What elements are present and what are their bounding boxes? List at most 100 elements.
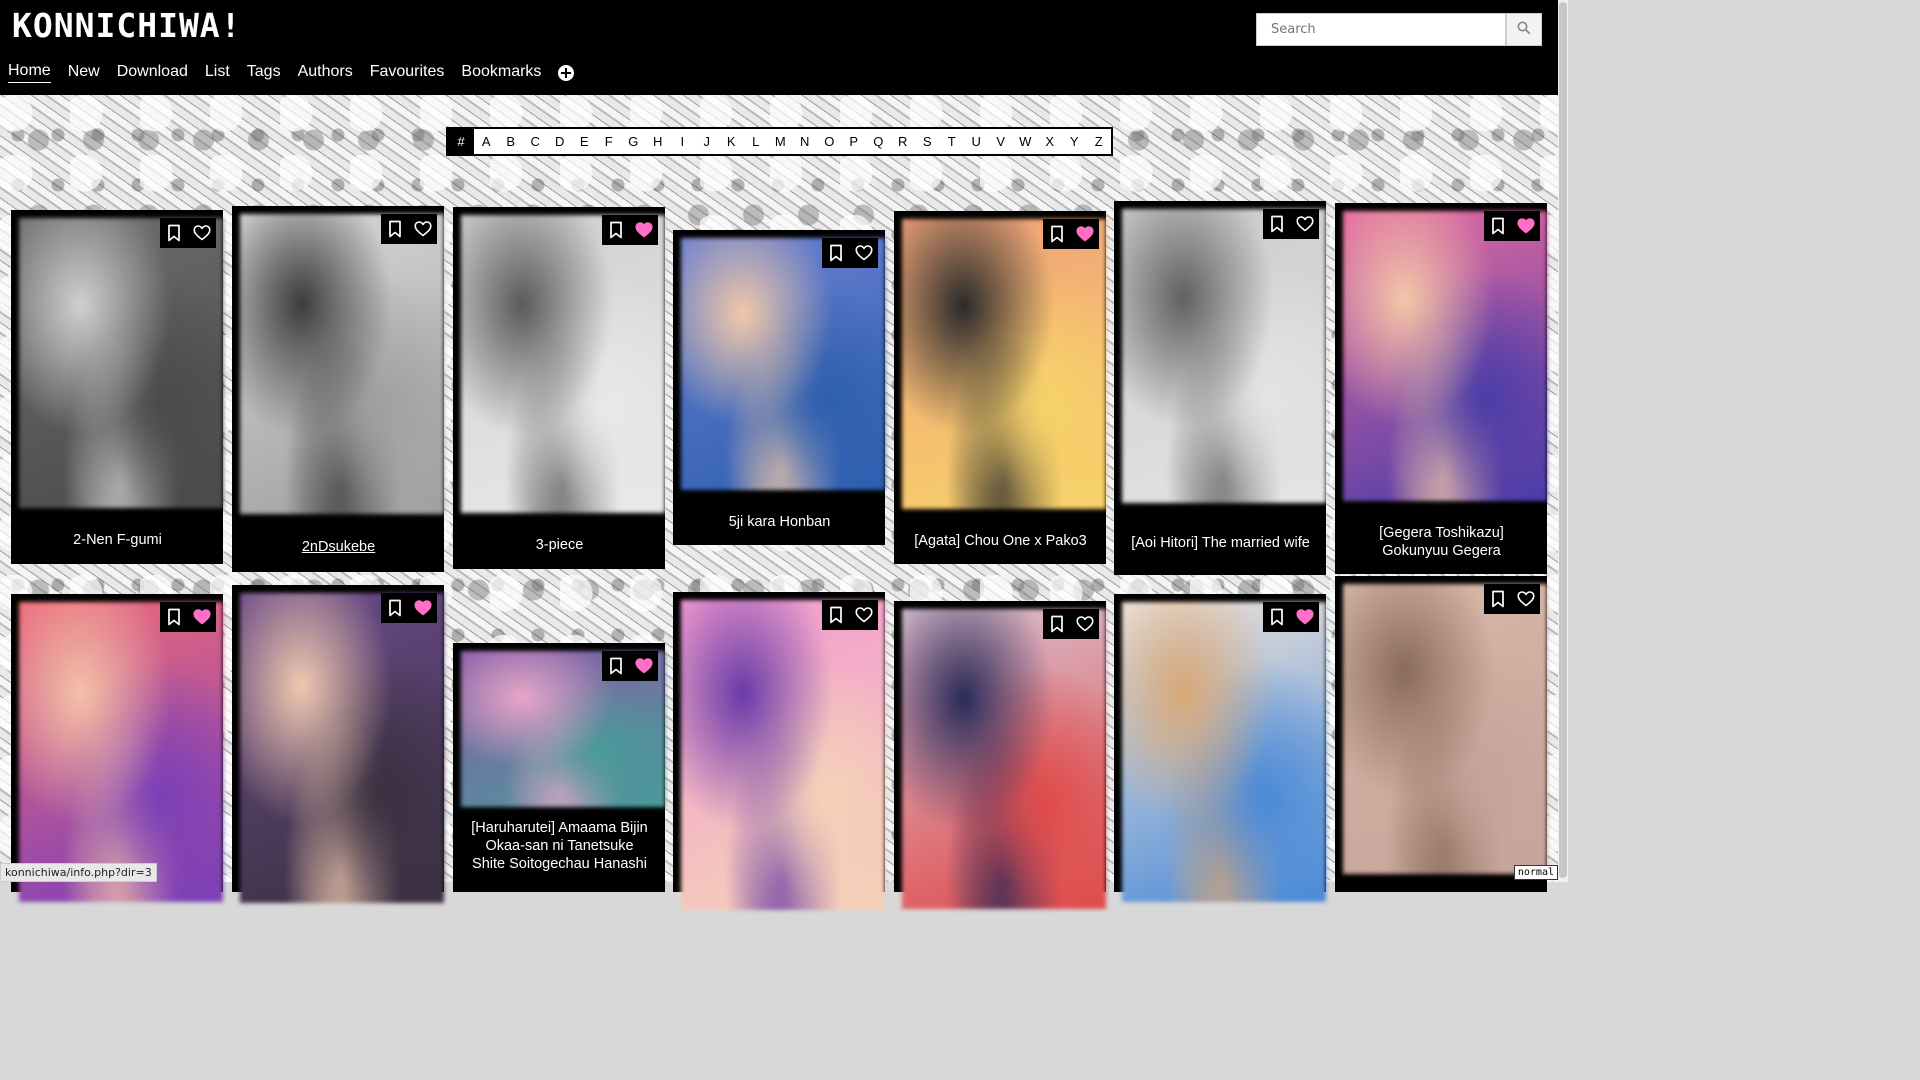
letter-filter-r[interactable]: R — [890, 129, 915, 154]
card-title[interactable]: [Haruharutei] Amaama Bijin Okaa-san ni T… — [457, 811, 662, 901]
heart-icon[interactable] — [855, 244, 873, 262]
letter-filter-j[interactable]: J — [694, 129, 719, 154]
letter-filter-g[interactable]: G — [621, 129, 646, 154]
gallery-card[interactable]: [Agata] Chou One x Pako3 — [894, 211, 1106, 564]
cover-thumbnail[interactable] — [681, 238, 885, 490]
bookmark-icon[interactable] — [607, 221, 625, 239]
cover-thumbnail[interactable] — [1122, 602, 1326, 902]
nav-bookmarks[interactable]: Bookmarks — [461, 63, 541, 83]
bookmark-icon[interactable] — [1489, 590, 1507, 608]
letter-filter-x[interactable]: X — [1037, 129, 1062, 154]
letter-filter-y[interactable]: Y — [1062, 129, 1087, 154]
nav-tags[interactable]: Tags — [247, 63, 281, 83]
cover-thumbnail[interactable] — [19, 602, 223, 902]
cover-thumbnail[interactable] — [240, 214, 444, 514]
bookmark-icon[interactable] — [165, 224, 183, 242]
letter-filter-h[interactable]: H — [645, 129, 670, 154]
cover-thumbnail[interactable] — [902, 219, 1106, 509]
letter-filter-d[interactable]: D — [547, 129, 572, 154]
bookmark-icon[interactable] — [1048, 615, 1066, 633]
page-scrollbar[interactable] — [1558, 0, 1568, 882]
letter-filter-s[interactable]: S — [915, 129, 940, 154]
card-title[interactable]: [Aoi Hitori] The married wife — [1118, 507, 1323, 579]
nav-new[interactable]: New — [68, 63, 100, 83]
search-input[interactable] — [1256, 13, 1506, 46]
heart-icon[interactable] — [635, 657, 653, 675]
letter-filter-f[interactable]: F — [596, 129, 621, 154]
letter-filter-u[interactable]: U — [964, 129, 989, 154]
heart-icon[interactable] — [1076, 615, 1094, 633]
gallery-card[interactable] — [1335, 576, 1547, 892]
letter-filter-t[interactable]: T — [939, 129, 964, 154]
cover-thumbnail[interactable] — [1122, 209, 1326, 503]
heart-icon[interactable] — [635, 221, 653, 239]
bookmark-icon[interactable] — [386, 599, 404, 617]
cover-thumbnail[interactable] — [1343, 584, 1547, 874]
gallery-card[interactable]: 3-piece — [453, 207, 665, 569]
card-title[interactable]: 2nDsukebe — [236, 518, 441, 576]
letter-filter-hash[interactable]: # — [448, 129, 474, 154]
nav-favourites[interactable]: Favourites — [370, 63, 445, 83]
heart-icon[interactable] — [855, 606, 873, 624]
nav-download[interactable]: Download — [117, 63, 188, 83]
heart-icon[interactable] — [414, 599, 432, 617]
cover-thumbnail[interactable] — [240, 593, 444, 903]
gallery-card[interactable]: 2-Nen F-gumi — [11, 210, 223, 564]
card-title[interactable]: [Agata] Chou One x Pako3 — [898, 513, 1103, 568]
cover-thumbnail[interactable] — [681, 600, 885, 910]
search-button[interactable] — [1506, 13, 1542, 46]
gallery-card[interactable]: 2nDsukebe — [232, 206, 444, 572]
letter-filter-w[interactable]: W — [1013, 129, 1038, 154]
letter-filter-m[interactable]: M — [768, 129, 793, 154]
bookmark-icon[interactable] — [1048, 225, 1066, 243]
letter-filter-l[interactable]: L — [743, 129, 768, 154]
letter-filter-e[interactable]: E — [572, 129, 597, 154]
cover-thumbnail[interactable] — [902, 609, 1106, 909]
nav-list[interactable]: List — [205, 63, 230, 83]
heart-icon[interactable] — [1296, 215, 1314, 233]
letter-filter-o[interactable]: O — [817, 129, 842, 154]
letter-filter-i[interactable]: I — [670, 129, 695, 154]
gallery-card[interactable] — [1114, 594, 1326, 902]
gallery-card[interactable]: [Haruharutei] Amaama Bijin Okaa-san ni T… — [453, 643, 665, 892]
gallery-card[interactable] — [894, 601, 1106, 909]
nav-home[interactable]: Home — [8, 62, 51, 83]
gallery-card[interactable] — [11, 594, 223, 902]
gallery-card[interactable]: 5ji kara Honban — [673, 230, 885, 545]
letter-filter-n[interactable]: N — [792, 129, 817, 154]
letter-filter-v[interactable]: V — [988, 129, 1013, 154]
heart-icon[interactable] — [414, 220, 432, 238]
bookmark-icon[interactable] — [827, 606, 845, 624]
bookmark-icon[interactable] — [1268, 608, 1286, 626]
nav-authors[interactable]: Authors — [298, 63, 353, 83]
letter-filter-b[interactable]: B — [498, 129, 523, 154]
cover-thumbnail[interactable] — [461, 215, 665, 513]
letter-filter-z[interactable]: Z — [1086, 129, 1111, 154]
bookmark-icon[interactable] — [607, 657, 625, 675]
heart-icon[interactable] — [1296, 608, 1314, 626]
card-title[interactable]: 5ji kara Honban — [677, 494, 882, 549]
card-title[interactable]: 2-Nen F-gumi — [15, 512, 220, 568]
site-logo[interactable]: KONNICHIWA! — [12, 6, 242, 45]
bookmark-icon[interactable] — [386, 220, 404, 238]
heart-icon[interactable] — [1517, 590, 1535, 608]
card-title[interactable]: [Gegera Toshikazu] Gokunyuu Gegera — [1339, 505, 1544, 578]
scrollbar-thumb[interactable] — [1559, 2, 1567, 878]
cover-thumbnail[interactable] — [1343, 211, 1547, 501]
bookmark-icon[interactable] — [1268, 215, 1286, 233]
gallery-card[interactable]: [Aoi Hitori] The married wife — [1114, 201, 1326, 575]
heart-icon[interactable] — [1076, 225, 1094, 243]
bookmark-icon[interactable] — [165, 608, 183, 626]
card-title[interactable]: 3-piece — [457, 517, 662, 573]
heart-icon[interactable] — [193, 608, 211, 626]
letter-filter-k[interactable]: K — [719, 129, 744, 154]
letter-filter-c[interactable]: C — [523, 129, 548, 154]
gallery-card[interactable] — [232, 585, 444, 903]
gallery-card[interactable]: [Gegera Toshikazu] Gokunyuu Gegera — [1335, 203, 1547, 574]
gallery-card[interactable] — [673, 592, 885, 910]
cover-thumbnail[interactable] — [19, 218, 223, 508]
plus-circle-icon[interactable] — [558, 64, 575, 81]
heart-icon[interactable] — [193, 224, 211, 242]
letter-filter-a[interactable]: A — [474, 129, 499, 154]
letter-filter-p[interactable]: P — [841, 129, 866, 154]
